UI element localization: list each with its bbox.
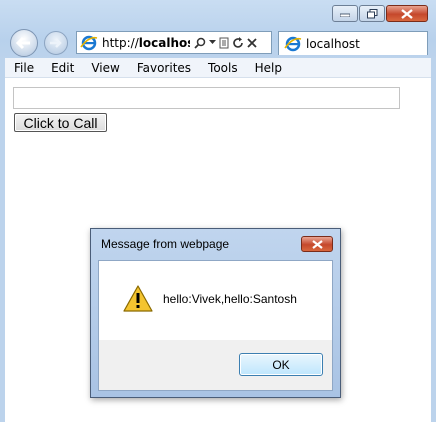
- ok-button[interactable]: OK: [239, 353, 323, 376]
- back-button[interactable]: [10, 29, 38, 57]
- dialog-title: Message from webpage: [101, 237, 230, 251]
- window-caption-buttons: [332, 5, 428, 22]
- browser-window: http://localhost localhost File Edit Vie…: [0, 0, 436, 422]
- menu-tools[interactable]: Tools: [199, 61, 246, 75]
- menu-help[interactable]: Help: [246, 61, 290, 75]
- minimize-icon: [340, 13, 350, 17]
- address-bar[interactable]: http://localhost: [76, 31, 272, 54]
- ie-tab-icon: [284, 36, 302, 51]
- text-input[interactable]: [13, 87, 400, 109]
- search-icon[interactable]: [194, 37, 206, 49]
- ie-page-icon: [80, 35, 98, 50]
- warning-icon: [123, 285, 153, 312]
- stop-icon[interactable]: [247, 37, 257, 48]
- navigation-bar: http://localhost localhost: [0, 28, 436, 58]
- refresh-icon[interactable]: [232, 36, 244, 49]
- tab-localhost[interactable]: localhost: [278, 31, 428, 55]
- close-icon: [311, 239, 323, 249]
- restore-button[interactable]: [359, 5, 385, 22]
- back-arrow-icon: [16, 36, 30, 50]
- compatibility-view-icon[interactable]: [219, 37, 229, 49]
- dialog-body: hello:Vivek,hello:Santosh OK: [98, 260, 333, 391]
- forward-arrow-icon: [50, 38, 62, 48]
- minimize-button[interactable]: [332, 5, 358, 22]
- close-window-button[interactable]: [386, 5, 428, 22]
- click-to-call-button[interactable]: Click to Call: [14, 113, 107, 132]
- message-dialog: Message from webpage hello:Vivek,hello:S…: [90, 228, 341, 398]
- close-icon: [401, 8, 413, 19]
- address-tools: [194, 36, 257, 49]
- menu-edit[interactable]: Edit: [42, 61, 82, 75]
- address-url[interactable]: http://localhost: [102, 36, 190, 50]
- chevron-down-icon[interactable]: [209, 40, 216, 45]
- dialog-message: hello:Vivek,hello:Santosh: [163, 292, 297, 306]
- menu-favorites[interactable]: Favorites: [128, 61, 199, 75]
- menu-bar: File Edit View Favorites Tools Help: [5, 58, 431, 78]
- menu-view[interactable]: View: [82, 61, 127, 75]
- tab-label: localhost: [306, 36, 360, 51]
- dialog-close-button[interactable]: [301, 236, 333, 252]
- forward-button[interactable]: [44, 31, 68, 55]
- menu-file[interactable]: File: [5, 61, 42, 75]
- dialog-footer: OK: [99, 340, 332, 390]
- restore-icon: [366, 8, 377, 18]
